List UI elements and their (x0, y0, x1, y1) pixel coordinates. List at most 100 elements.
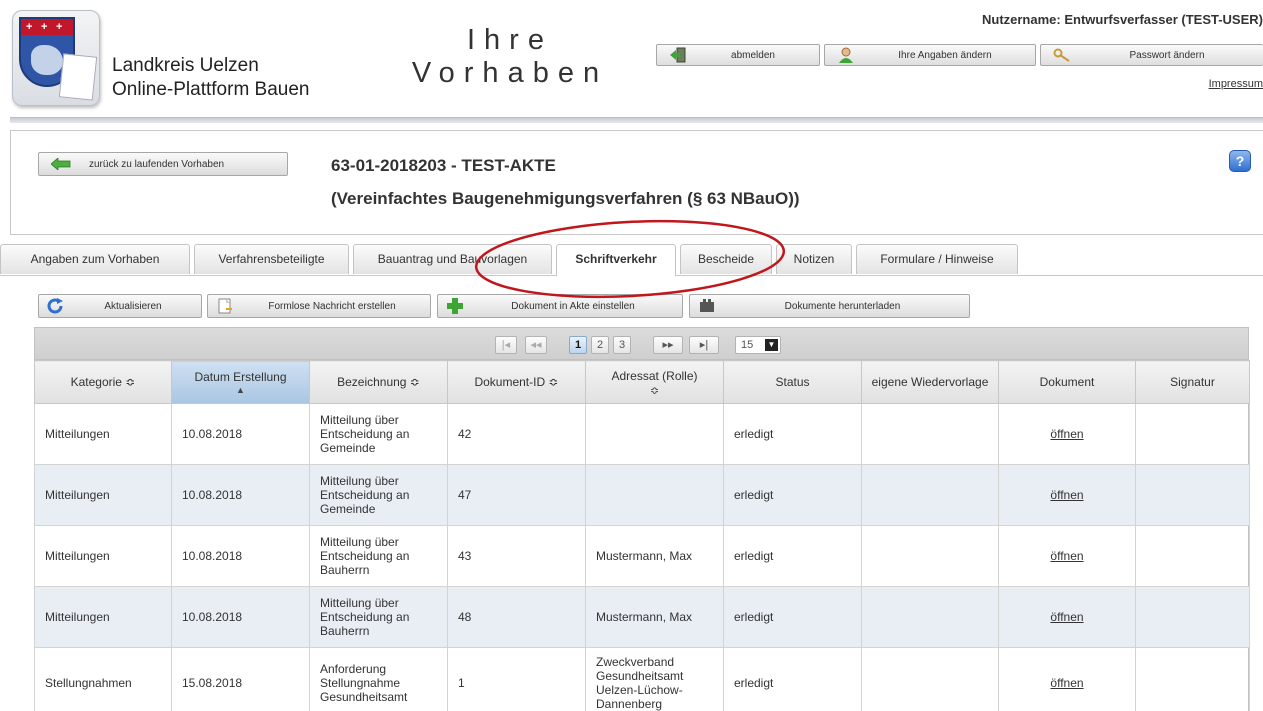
download-documents-button[interactable]: Dokumente herunterladen (689, 294, 970, 318)
cell-bezeichnung: Mitteilung über Entscheidung an Gemeinde (309, 464, 448, 526)
cell-signatur (1135, 525, 1250, 587)
help-icon[interactable]: ? (1229, 150, 1251, 172)
cell-datum: 15.08.2018 (171, 647, 310, 711)
arrow-left-icon (51, 158, 71, 170)
cell-status: erledigt (723, 586, 862, 648)
tab-bauantrag-und-bauvorlagen[interactable]: Bauantrag und Bauvorlagen (353, 244, 552, 274)
table-row[interactable]: Mitteilungen 10.08.2018 Mitteilung über … (34, 586, 1250, 648)
cell-adressat: Mustermann, Max (585, 525, 724, 587)
change-password-button[interactable]: Passwort ändern (1040, 44, 1263, 66)
cell-dokument-id: 42 (447, 403, 586, 465)
cell-signatur (1135, 464, 1250, 526)
page-1-button[interactable]: 1 (569, 336, 587, 354)
page-header: + + + Landkreis Uelzen Online-Plattform … (0, 0, 1263, 118)
previous-page-button[interactable]: ◂◂ (525, 336, 547, 354)
cell-wiedervorlage (861, 647, 999, 711)
open-document-link[interactable]: öffnen (1050, 488, 1083, 502)
cell-wiedervorlage (861, 464, 999, 526)
cell-dokument: öffnen (998, 586, 1136, 648)
page-size-value: 15 (741, 339, 754, 351)
page-title-line-1: Ihre (467, 24, 553, 56)
sort-icon: ≎ (548, 374, 559, 389)
new-document-icon (218, 298, 232, 314)
refresh-button[interactable]: Aktualisieren (38, 294, 202, 318)
first-page-button[interactable]: |◂ (495, 336, 517, 354)
brand-name: Landkreis Uelzen (112, 55, 259, 76)
cell-bezeichnung: Anforderung Stellungnahme Gesundheitsamt (309, 647, 448, 711)
open-document-link[interactable]: öffnen (1050, 427, 1083, 441)
header-divider (10, 117, 1263, 123)
cell-kategorie: Mitteilungen (34, 403, 172, 465)
page-size-select[interactable]: 15 ▼ (735, 336, 781, 354)
page-title-line-2: Vorhaben (411, 57, 609, 89)
cell-signatur (1135, 403, 1250, 465)
cell-dokument: öffnen (998, 464, 1136, 526)
page-3-button[interactable]: 3 (613, 336, 631, 354)
tab-angaben-zum-vorhaben[interactable]: Angaben zum Vorhaben (0, 244, 190, 274)
create-message-button[interactable]: Formlose Nachricht erstellen (207, 294, 431, 318)
cell-status: erledigt (723, 525, 862, 587)
landkreis-uelzen-logo[interactable]: + + + (12, 10, 100, 106)
tab-formulare-hinweise[interactable]: Formulare / Hinweise (856, 244, 1018, 274)
tab-notizen[interactable]: Notizen (776, 244, 852, 274)
cell-status: erledigt (723, 464, 862, 526)
edit-profile-button[interactable]: Ihre Angaben ändern (824, 44, 1036, 66)
cell-adressat (585, 403, 724, 465)
case-title: 63-01-2018203 - TEST-AKTE (331, 156, 556, 175)
sort-icon: ≎ (125, 374, 136, 389)
cell-status: erledigt (723, 647, 862, 711)
add-document-button[interactable]: Dokument in Akte einstellen (437, 294, 683, 318)
open-document-link[interactable]: öffnen (1050, 676, 1083, 690)
cell-status: erledigt (723, 403, 862, 465)
column-header-bezeichnung[interactable]: Bezeichnung ≎ (309, 360, 448, 404)
cell-dokument-id: 47 (447, 464, 586, 526)
add-icon (447, 298, 463, 314)
cell-datum: 10.08.2018 (171, 464, 310, 526)
cell-datum: 10.08.2018 (171, 525, 310, 587)
sort-icon: ≎ (649, 384, 660, 397)
page-2-button[interactable]: 2 (591, 336, 609, 354)
cell-wiedervorlage (861, 586, 999, 648)
impressum-link[interactable]: Impressum (1209, 78, 1263, 90)
cell-dokument: öffnen (998, 403, 1136, 465)
table-row[interactable]: Mitteilungen 10.08.2018 Mitteilung über … (34, 403, 1250, 465)
sort-icon: ≎ (409, 374, 420, 389)
column-header-datum-erstellung[interactable]: Datum Erstellung ▲ (171, 360, 310, 404)
document-icon (58, 53, 98, 101)
tab-verfahrensbeteiligte[interactable]: Verfahrensbeteiligte (194, 244, 349, 274)
column-header-dokument-id[interactable]: Dokument-ID ≎ (447, 360, 586, 404)
cell-wiedervorlage (861, 525, 999, 587)
cell-dokument-id: 43 (447, 525, 586, 587)
column-header-signatur: Signatur (1135, 360, 1250, 404)
cell-kategorie: Mitteilungen (34, 464, 172, 526)
case-header-panel (10, 130, 1263, 235)
open-document-link[interactable]: öffnen (1050, 610, 1083, 624)
cell-adressat (585, 464, 724, 526)
cell-datum: 10.08.2018 (171, 586, 310, 648)
tab-schriftverkehr[interactable]: Schriftverkehr (556, 244, 676, 276)
key-icon (1053, 48, 1070, 62)
sort-ascending-icon: ▲ (236, 384, 245, 395)
cell-signatur (1135, 647, 1250, 711)
back-to-projects-button[interactable]: zurück zu laufenden Vorhaben (38, 152, 288, 176)
logout-button[interactable]: abmelden (656, 44, 820, 66)
next-page-button[interactable]: ▸▸ (653, 336, 683, 354)
tab-bescheide[interactable]: Bescheide (680, 244, 772, 274)
table-row[interactable]: Mitteilungen 10.08.2018 Mitteilung über … (34, 464, 1250, 526)
table-row[interactable]: Stellungnahmen 15.08.2018 Anforderung St… (34, 647, 1250, 711)
cell-bezeichnung: Mitteilung über Entscheidung an Bauherrn (309, 586, 448, 648)
column-header-adressat[interactable]: Adressat (Rolle) ≎ (585, 360, 724, 404)
table-row[interactable]: Mitteilungen 10.08.2018 Mitteilung über … (34, 525, 1250, 587)
cell-kategorie: Mitteilungen (34, 525, 172, 587)
last-page-button[interactable]: ▸| (689, 336, 719, 354)
open-document-link[interactable]: öffnen (1050, 549, 1083, 563)
cell-kategorie: Stellungnahmen (34, 647, 172, 711)
download-icon (700, 299, 714, 312)
pagination-bar: |◂ ◂◂ 1 2 3 ▸▸ ▸| 15 ▼ (34, 327, 1249, 360)
username-label: Nutzername: Entwurfsverfasser (TEST-USER… (981, 12, 1263, 27)
column-header-kategorie[interactable]: Kategorie ≎ (34, 360, 172, 404)
page-title: Ihre Vorhaben (365, 24, 655, 90)
column-header-wiedervorlage: eigene Wiedervorlage (861, 360, 999, 404)
user-icon (839, 47, 853, 63)
chevron-down-icon: ▼ (765, 339, 778, 351)
